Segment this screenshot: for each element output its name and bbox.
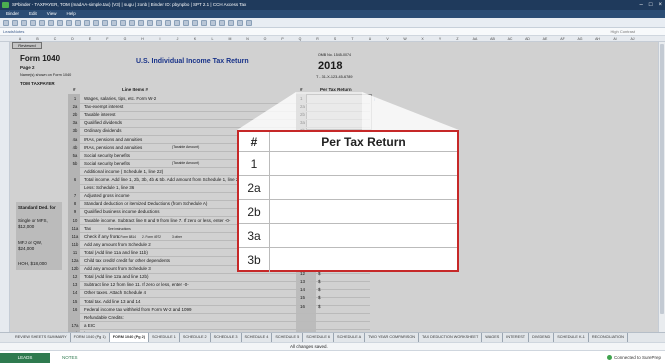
- callout-row: 3a: [239, 224, 457, 248]
- sheet-tab[interactable]: INTEREST: [503, 333, 530, 342]
- callout-row: 1: [239, 152, 457, 176]
- sheet-tab[interactable]: FORM 1040 (Pg 1): [71, 333, 110, 342]
- sheet-tab[interactable]: WAGES: [482, 333, 504, 342]
- sheet-tab[interactable]: DIVIDEND: [529, 333, 555, 342]
- leads-tab[interactable]: LEADS: [0, 353, 50, 363]
- callout-value-cell[interactable]: [270, 152, 457, 176]
- bottom-panel-tabs: LEADS NOTES Connected to SurePrep: [0, 350, 665, 364]
- callout-line-number: 1: [239, 152, 270, 176]
- sheet-tab[interactable]: SCHEDULE 5: [272, 333, 304, 342]
- sheet-tab[interactable]: SCHEDULE A: [334, 333, 366, 342]
- callout-title: Per Tax Return: [321, 135, 406, 149]
- callout-value-cell[interactable]: [270, 176, 457, 200]
- notes-tab[interactable]: NOTES: [62, 353, 78, 363]
- callout-hash: #: [239, 132, 270, 152]
- sheet-tab[interactable]: SCHEDULE 3: [211, 333, 242, 342]
- sheet-tab[interactable]: SCHEDULE K-1: [554, 333, 589, 342]
- sheet-tab[interactable]: RECONCILIATION: [589, 333, 628, 342]
- connection-text: Connected to SurePrep: [613, 355, 661, 360]
- sheet-tab[interactable]: TAX DEDUCTION WORKSHEET: [419, 333, 483, 342]
- callout-header: # Per Tax Return: [239, 132, 457, 152]
- sheet-tab[interactable]: SCHEDULE 6: [303, 333, 335, 342]
- callout-row: 2a: [239, 176, 457, 200]
- sheet-tab[interactable]: TWO YEAR COMPARISON: [365, 333, 420, 342]
- status-bar: All changes saved.: [0, 342, 665, 350]
- per-tax-return-callout: # Per Tax Return 1 2a 2b 3a 3b: [237, 130, 459, 272]
- callout-value-cell[interactable]: [270, 248, 457, 272]
- connected-icon: [606, 355, 612, 361]
- callout-line-number: 3b: [239, 248, 270, 272]
- sheet-tab[interactable]: SCHEDULE 4: [242, 333, 273, 342]
- callout-value-cell[interactable]: [270, 200, 457, 224]
- callout-line-number: 2b: [239, 200, 270, 224]
- sheet-tab-bar: REVIEW SHEETS SUMMARY FORM 1040 (Pg 1) FOR…: [0, 332, 665, 342]
- callout-value-cell[interactable]: [270, 224, 457, 248]
- sheet-tab[interactable]: FORM 1040 (Pg 2): [109, 333, 149, 342]
- callout-line-number: 3a: [239, 224, 270, 248]
- sheet-tab[interactable]: REVIEW SHEETS SUMMARY: [12, 333, 71, 342]
- sheet-tab[interactable]: SCHEDULE 1: [149, 333, 180, 342]
- connection-status: Connected to SurePrep: [606, 353, 661, 363]
- callout-line-number: 2a: [239, 176, 270, 200]
- callout-row: 2b: [239, 200, 457, 224]
- callout-row: 3b: [239, 248, 457, 272]
- sheet-tab[interactable]: SCHEDULE 2: [180, 333, 211, 342]
